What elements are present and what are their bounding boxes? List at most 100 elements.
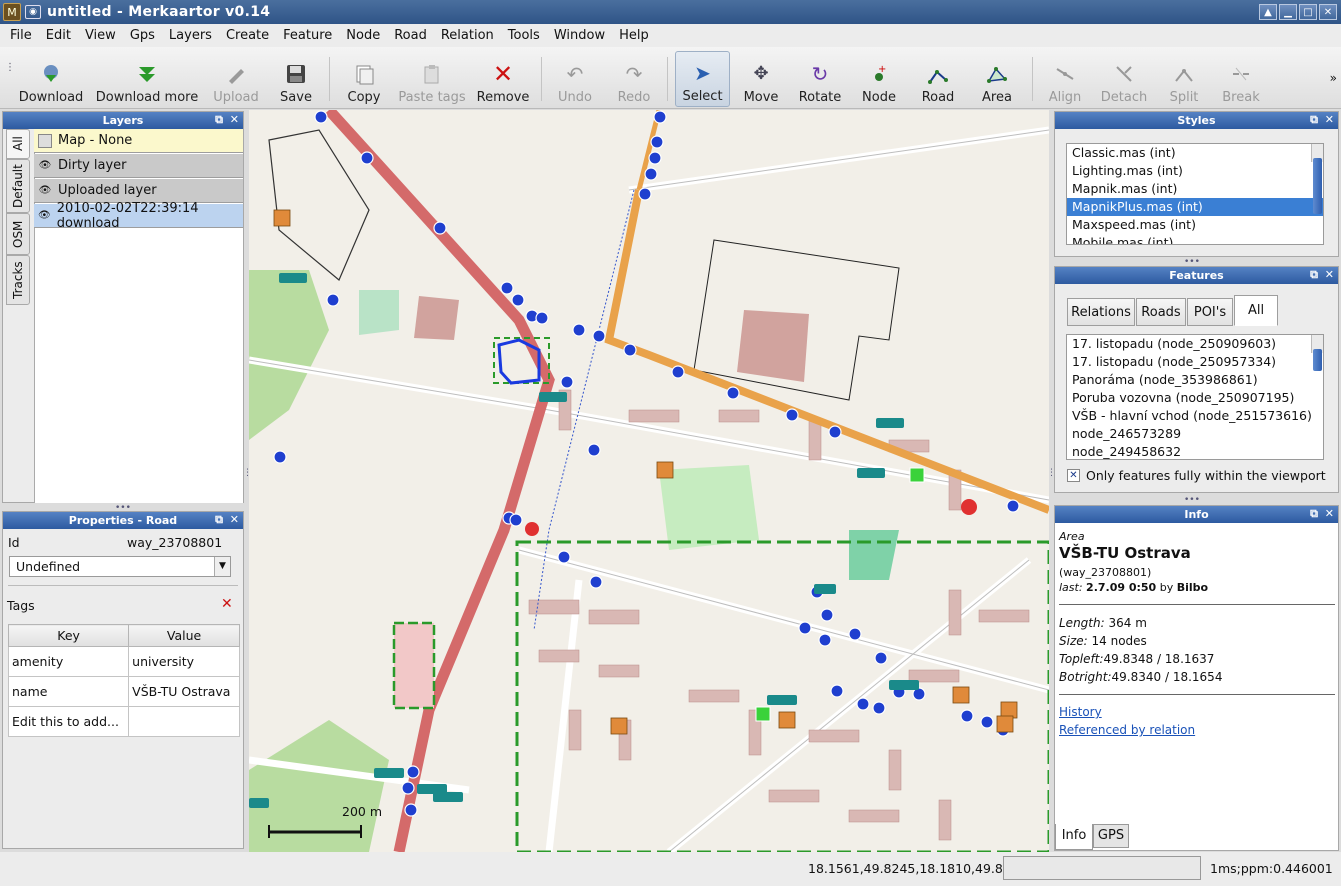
features-tab-pois[interactable]: POI's xyxy=(1187,298,1233,326)
menu-relation[interactable]: Relation xyxy=(441,28,494,43)
copy-button[interactable]: Copy xyxy=(342,53,386,105)
scrollbar-thumb[interactable] xyxy=(1313,349,1322,371)
maximize-button[interactable]: □ xyxy=(1299,4,1317,20)
dock-float-icon[interactable]: ⧉ xyxy=(215,113,223,127)
break-button[interactable]: Break xyxy=(1220,53,1262,105)
table-row[interactable]: amenity university xyxy=(7,646,240,677)
rotate-button[interactable]: ↻ Rotate xyxy=(798,53,842,105)
menu-file[interactable]: File xyxy=(10,28,32,43)
viewport-checkbox-label[interactable]: Only features fully within the viewport xyxy=(1086,468,1326,483)
info-tab-gps[interactable]: GPS xyxy=(1093,824,1129,848)
referenced-by-relation-link[interactable]: Referenced by relation xyxy=(1059,721,1335,739)
dock-float-icon[interactable]: ⧉ xyxy=(1310,507,1318,521)
tags-key-header[interactable]: Key xyxy=(7,624,130,647)
dock-close-icon[interactable]: ✕ xyxy=(1325,113,1334,127)
viewport-checkbox[interactable]: ✕ xyxy=(1067,469,1080,482)
history-link[interactable]: History xyxy=(1059,703,1335,721)
layer-visibility-icon[interactable] xyxy=(38,133,52,148)
list-item[interactable]: 17. listopadu (node_250957334) xyxy=(1067,353,1323,371)
create-node-button[interactable]: + Node xyxy=(859,53,899,105)
layers-tab-osm[interactable]: OSM xyxy=(6,213,30,255)
toolbar-overflow-icon[interactable]: » xyxy=(1330,71,1337,85)
remove-tag-icon[interactable]: ✕ xyxy=(221,596,233,612)
system-menu-icon[interactable]: ◉ xyxy=(25,5,41,19)
dock-float-icon[interactable]: ⧉ xyxy=(1310,268,1318,282)
list-item[interactable]: node_249458632 xyxy=(1067,443,1323,459)
shade-button[interactable]: ▲ xyxy=(1259,4,1277,20)
menu-feature[interactable]: Feature xyxy=(283,28,332,43)
features-list[interactable]: 17. listopadu (node_250909603) 17. listo… xyxy=(1066,334,1324,460)
menu-edit[interactable]: Edit xyxy=(46,28,71,43)
list-item-selected[interactable]: MapnikPlus.mas (int) xyxy=(1067,198,1323,216)
type-select[interactable]: Undefined ▼ xyxy=(9,556,231,577)
list-item[interactable]: VŠB - hlavní vchod (node_251573616) xyxy=(1067,407,1323,425)
create-area-button[interactable]: Area xyxy=(977,53,1017,105)
dock-close-icon[interactable]: ✕ xyxy=(230,113,239,127)
styles-scrollbar[interactable] xyxy=(1311,144,1323,214)
menu-road[interactable]: Road xyxy=(394,28,427,43)
list-item[interactable]: node_246573289 xyxy=(1067,425,1323,443)
layer-row-map[interactable]: Map - None xyxy=(34,129,243,153)
dock-close-icon[interactable]: ✕ xyxy=(1325,268,1334,282)
remove-button[interactable]: ✕ Remove xyxy=(477,53,530,105)
move-button[interactable]: ✥ Move xyxy=(740,53,782,106)
minimize-button[interactable]: ▁ xyxy=(1279,4,1297,20)
close-button[interactable]: ✕ xyxy=(1319,4,1337,20)
list-item[interactable]: 17. listopadu (node_250909603) xyxy=(1067,335,1323,353)
download-more-button[interactable]: Download more xyxy=(96,53,198,105)
features-tab-relations[interactable]: Relations xyxy=(1067,298,1135,326)
tag-value-cell[interactable]: university xyxy=(128,646,240,677)
menu-tools[interactable]: Tools xyxy=(508,28,540,43)
detach-button[interactable]: Detach xyxy=(1100,53,1148,105)
menu-window[interactable]: Window xyxy=(554,28,605,43)
align-button[interactable]: Align xyxy=(1045,53,1085,105)
left-dock-splitter[interactable]: ⋮ xyxy=(243,469,252,478)
layers-tab-default[interactable]: Default xyxy=(6,159,30,213)
layer-row-download[interactable]: 👁 2010-02-02T22:39:14 download xyxy=(34,201,243,231)
select-button[interactable]: ➤ Select xyxy=(675,51,730,107)
download-button[interactable]: Download xyxy=(18,53,84,105)
tag-value-cell[interactable]: VŠB-TU Ostrava xyxy=(128,676,240,707)
menu-gps[interactable]: Gps xyxy=(130,28,155,43)
menu-view[interactable]: View xyxy=(85,28,116,43)
eye-icon[interactable]: 👁 xyxy=(38,209,51,223)
features-tab-roads[interactable]: Roads xyxy=(1136,298,1186,326)
create-road-button[interactable]: Road xyxy=(917,53,959,105)
tag-key-cell[interactable]: amenity xyxy=(7,646,130,677)
paste-tags-button[interactable]: Paste tags xyxy=(398,53,466,105)
list-item[interactable]: Lighting.mas (int) xyxy=(1067,162,1323,180)
info-tab-info[interactable]: Info xyxy=(1055,824,1093,850)
dock-float-icon[interactable]: ⧉ xyxy=(215,513,223,527)
dock-close-icon[interactable]: ✕ xyxy=(1325,507,1334,521)
layer-row-dirty[interactable]: 👁 Dirty layer xyxy=(34,154,243,178)
toolbar-grip[interactable]: ⋮ xyxy=(5,63,15,73)
undo-button[interactable]: ↶ Undo xyxy=(555,53,595,105)
upload-button[interactable]: Upload xyxy=(210,53,262,105)
dock-splitter[interactable]: ••• xyxy=(1184,495,1200,505)
layer-row-uploaded[interactable]: 👁 Uploaded layer xyxy=(34,179,243,203)
features-tab-all[interactable]: All xyxy=(1234,295,1278,326)
menu-help[interactable]: Help xyxy=(619,28,649,43)
map-canvas[interactable]: 200 m xyxy=(249,110,1049,852)
tag-key-cell[interactable]: name xyxy=(7,676,130,707)
save-button[interactable]: Save xyxy=(276,53,316,105)
eye-icon[interactable]: 👁 xyxy=(38,184,52,198)
scrollbar-thumb[interactable] xyxy=(1313,158,1322,214)
list-item[interactable]: Poruba vozovna (node_250907195) xyxy=(1067,389,1323,407)
split-button[interactable]: Split xyxy=(1165,53,1203,105)
redo-button[interactable]: ↷ Redo xyxy=(614,53,654,105)
list-item[interactable]: Mapnik.mas (int) xyxy=(1067,180,1323,198)
dock-float-icon[interactable]: ⧉ xyxy=(1310,113,1318,127)
table-row[interactable]: name VŠB-TU Ostrava xyxy=(7,676,240,707)
menu-create[interactable]: Create xyxy=(226,28,269,43)
tags-value-header[interactable]: Value xyxy=(128,624,240,647)
dock-close-icon[interactable]: ✕ xyxy=(230,513,239,527)
table-row[interactable]: Edit this to add... xyxy=(7,706,240,737)
tag-value-cell[interactable] xyxy=(128,706,240,737)
list-item[interactable]: Maxspeed.mas (int) xyxy=(1067,216,1323,234)
tag-key-cell[interactable]: Edit this to add... xyxy=(7,706,130,737)
list-item[interactable]: Panoráma (node_353986861) xyxy=(1067,371,1323,389)
features-scrollbar[interactable] xyxy=(1311,335,1323,371)
layers-tab-tracks[interactable]: Tracks xyxy=(6,255,30,305)
list-item[interactable]: Mobile.mas (int) xyxy=(1067,234,1323,244)
